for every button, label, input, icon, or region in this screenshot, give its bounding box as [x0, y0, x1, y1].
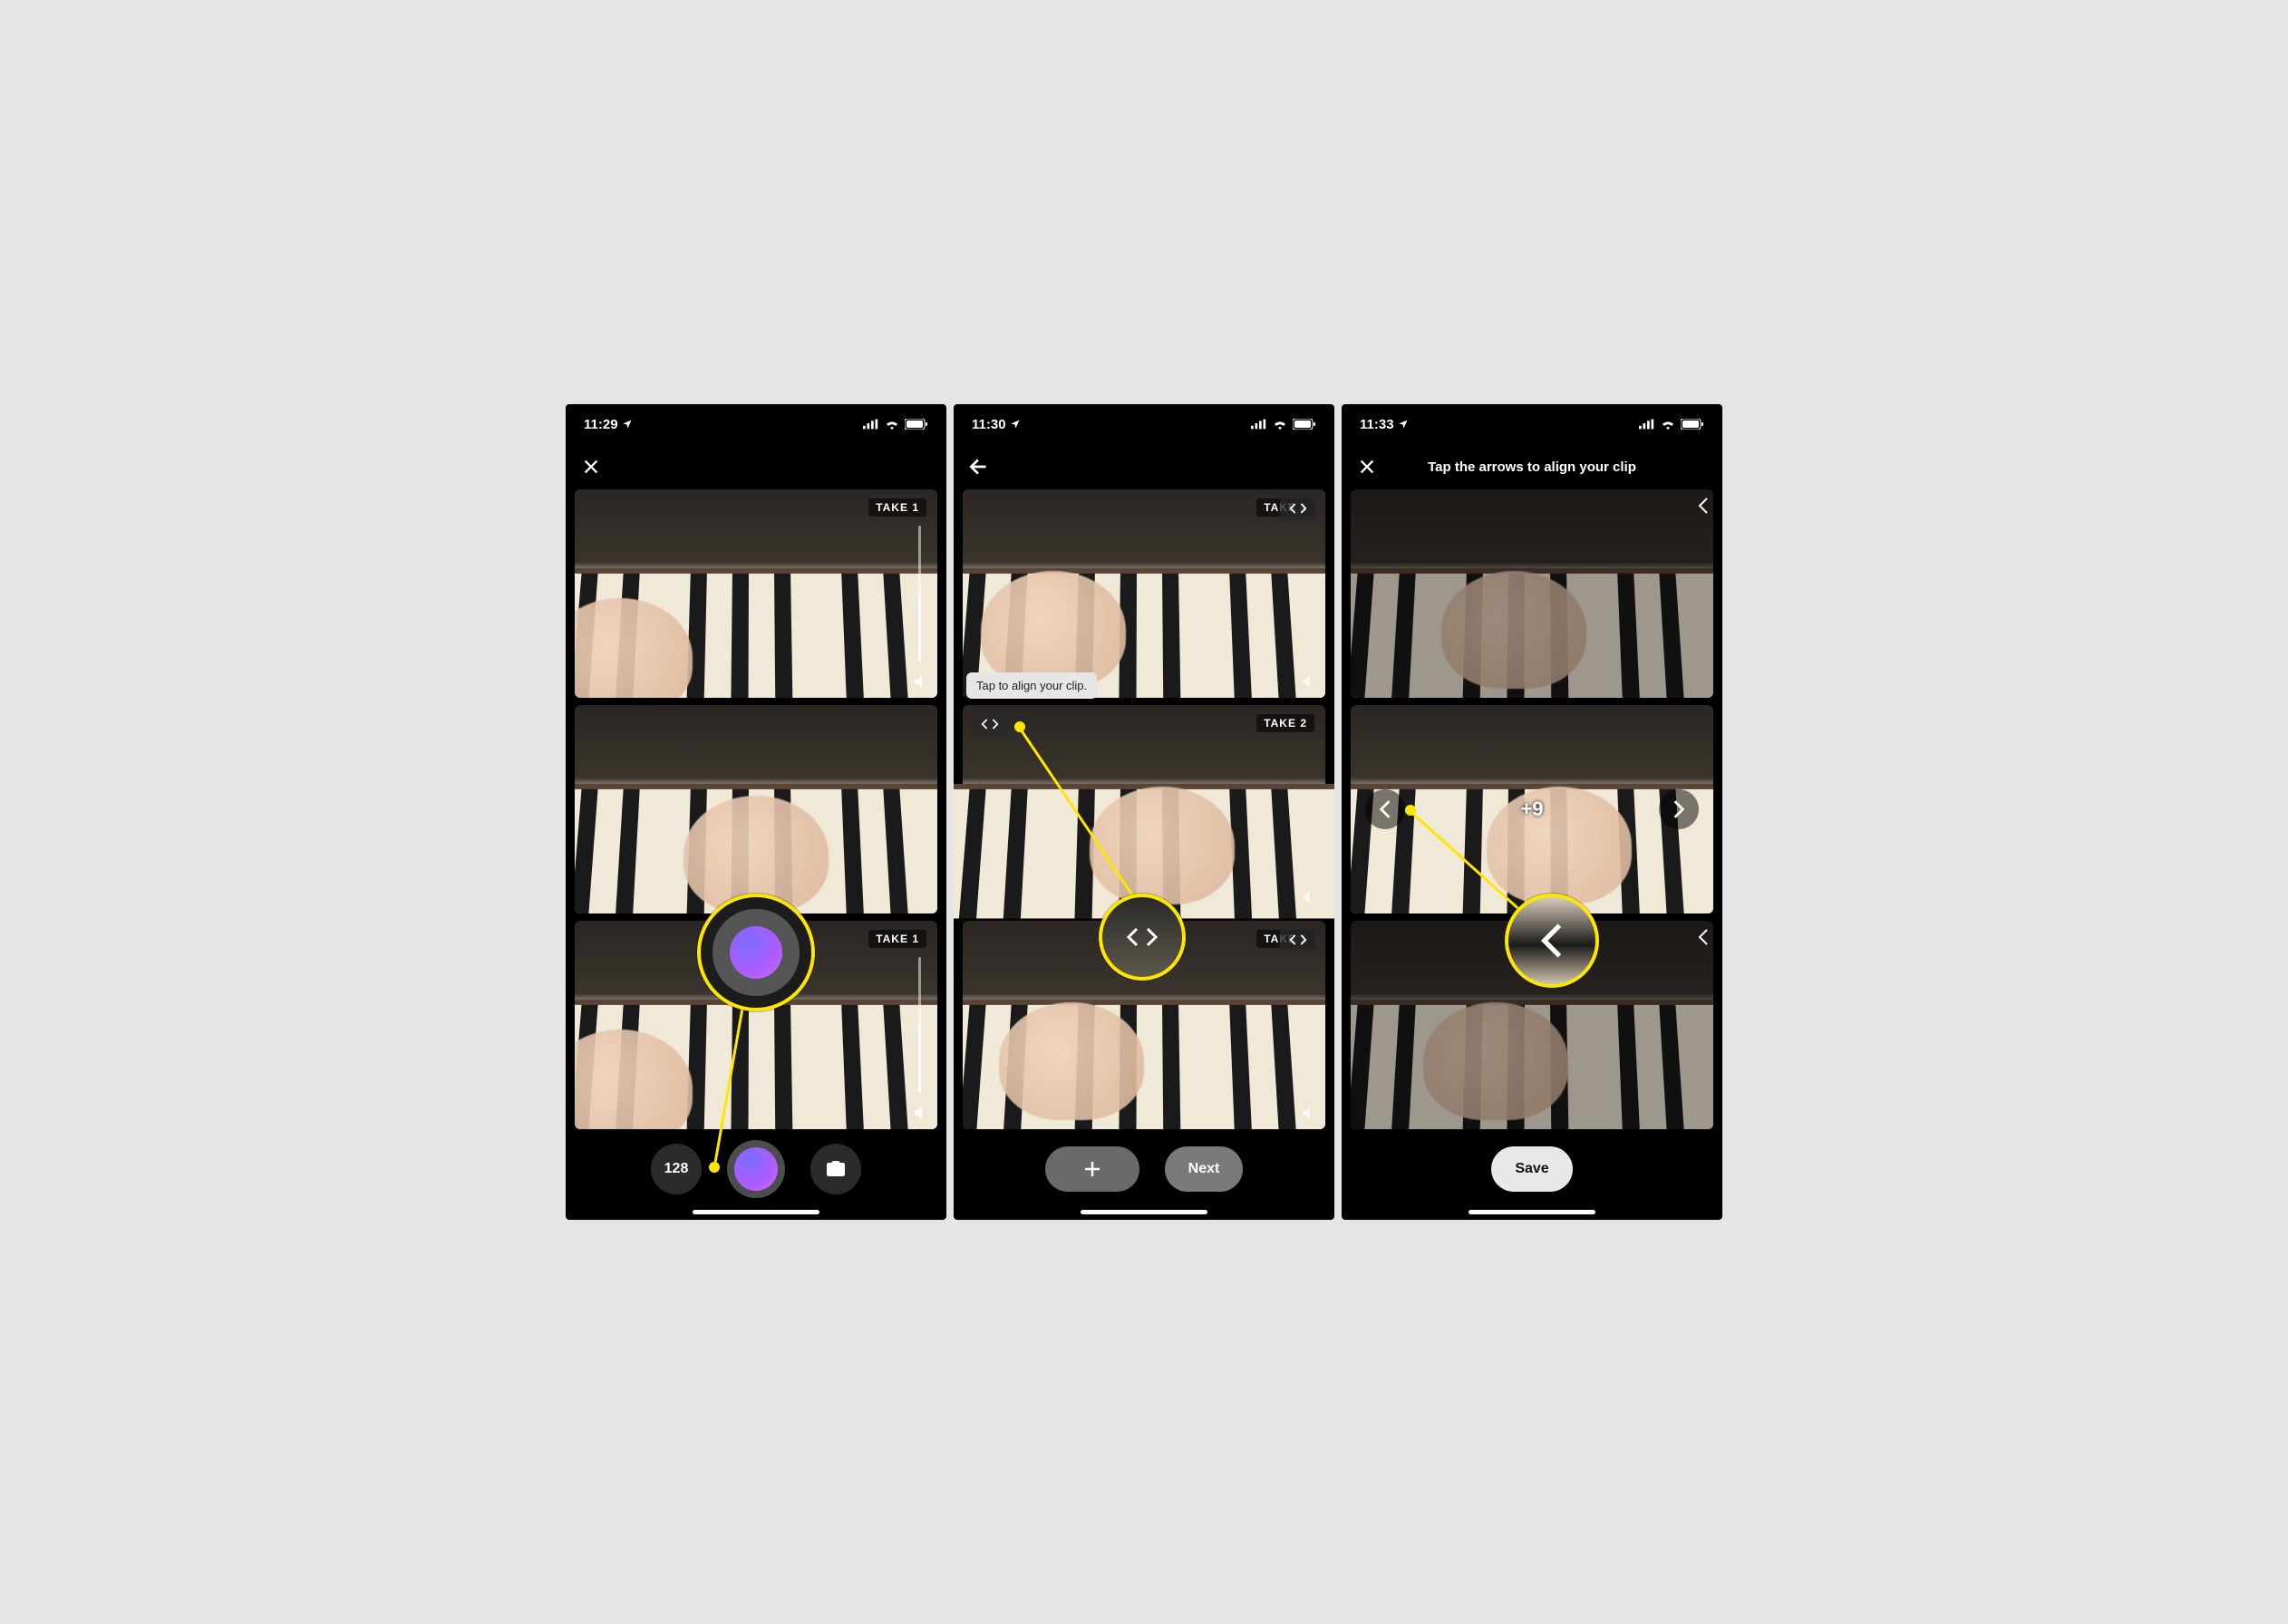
- switch-camera-button[interactable]: [810, 1144, 861, 1194]
- volume-icon[interactable]: [1300, 1104, 1318, 1122]
- callout-nudge-left: [1505, 894, 1599, 988]
- volume-icon[interactable]: [1300, 888, 1318, 906]
- status-time: 11:30: [972, 417, 1006, 432]
- chevron-right-icon: [1672, 799, 1685, 819]
- plus-icon: [1081, 1158, 1103, 1180]
- bottom-bar: Save: [1342, 1136, 1722, 1202]
- volume-icon[interactable]: [912, 672, 930, 691]
- header: [954, 444, 1334, 489]
- volume-icon[interactable]: [912, 1104, 930, 1122]
- callout-anchor-dot: [1014, 721, 1025, 732]
- clips-stack: TAKE 1 TAKE 1: [575, 489, 937, 1129]
- clip-2-live[interactable]: [575, 705, 937, 914]
- status-bar: 11:30: [954, 404, 1334, 444]
- wifi-icon: [1661, 419, 1675, 430]
- nudge-left-button[interactable]: [1365, 789, 1405, 829]
- chevron-left-icon: [1697, 928, 1710, 946]
- next-button[interactable]: Next: [1165, 1146, 1244, 1192]
- clips-stack: TAKE 1 TAKE 2 Tap to align your clip.: [963, 489, 1325, 1129]
- piano-keys: [1351, 568, 1713, 698]
- callout-align: [1099, 894, 1186, 981]
- wifi-icon: [885, 419, 899, 430]
- close-button[interactable]: [578, 454, 604, 479]
- volume-icon[interactable]: [1300, 672, 1318, 691]
- align-arrows-icon: [1289, 933, 1307, 946]
- callout-anchor-dot: [1405, 805, 1416, 816]
- battery-icon: [1681, 419, 1704, 430]
- close-icon: [581, 457, 601, 477]
- nudge-right-button[interactable]: [1659, 789, 1699, 829]
- bottom-bar: 128: [566, 1136, 946, 1202]
- close-icon: [1357, 457, 1377, 477]
- align-arrows-icon: [981, 718, 999, 730]
- battery-icon: [905, 419, 928, 430]
- home-indicator[interactable]: [1469, 1210, 1595, 1214]
- next-label: Next: [1188, 1161, 1220, 1177]
- signal-icon: [1251, 419, 1267, 430]
- home-indicator[interactable]: [693, 1210, 819, 1214]
- add-clip-button[interactable]: [1045, 1146, 1139, 1192]
- take-badge: TAKE 1: [868, 930, 926, 948]
- header: Tap the arrows to align your clip: [1342, 444, 1722, 489]
- header-title: Tap the arrows to align your clip: [1428, 459, 1636, 475]
- callout-anchor-dot: [709, 1162, 720, 1173]
- location-arrow-icon: [622, 419, 633, 430]
- align-handle-right-partial[interactable]: [1697, 928, 1710, 946]
- location-arrow-icon: [1398, 419, 1409, 430]
- align-tooltip: Tap to align your clip.: [966, 672, 1097, 699]
- piano-keys: [1351, 1000, 1713, 1129]
- home-indicator[interactable]: [1081, 1210, 1207, 1214]
- header: [566, 444, 946, 489]
- record-button[interactable]: [727, 1140, 785, 1198]
- location-arrow-icon: [1010, 419, 1021, 430]
- callout-record: [697, 894, 815, 1011]
- take-badge: TAKE 1: [868, 498, 926, 517]
- status-bar: 11:29: [566, 404, 946, 444]
- wifi-icon: [1273, 419, 1287, 430]
- chevron-left-icon: [1379, 799, 1391, 819]
- signal-icon: [863, 419, 879, 430]
- save-button[interactable]: Save: [1491, 1146, 1572, 1192]
- back-button[interactable]: [966, 454, 992, 479]
- clip-1[interactable]: TAKE 1: [575, 489, 937, 698]
- volume-slider[interactable]: [918, 957, 921, 1093]
- screen-align-tooltip: 11:30 TAKE 1: [954, 404, 1334, 1220]
- hand-illustration: [1090, 787, 1235, 904]
- take-badge: TAKE 2: [1256, 714, 1314, 732]
- close-button[interactable]: [1354, 454, 1380, 479]
- screen-nudge: 11:33 Tap the arrows to align your clip: [1342, 404, 1722, 1220]
- align-handle-left[interactable]: [972, 712, 1008, 736]
- hand-illustration: [1487, 787, 1632, 904]
- hand-illustration: [999, 1002, 1144, 1120]
- bpm-button[interactable]: 128: [651, 1144, 702, 1194]
- chevron-left-icon: [1697, 497, 1710, 515]
- clip-2[interactable]: TAKE 2 Tap to align your clip.: [963, 705, 1325, 914]
- status-bar: 11:33: [1342, 404, 1722, 444]
- status-time: 11:29: [584, 417, 618, 432]
- save-label: Save: [1515, 1161, 1548, 1177]
- screen-record: 11:29 TAKE 1: [566, 404, 946, 1220]
- hand-illustration: [981, 571, 1126, 689]
- callout-record-inner: [713, 909, 799, 995]
- align-handle-right[interactable]: [1280, 497, 1316, 520]
- signal-icon: [1639, 419, 1655, 430]
- status-time: 11:33: [1360, 417, 1394, 432]
- switch-camera-icon: [825, 1158, 847, 1180]
- align-arrows-icon: [1289, 502, 1307, 515]
- hand-illustration: [1441, 571, 1586, 689]
- clip-1[interactable]: TAKE 1: [963, 489, 1325, 698]
- back-arrow-icon: [967, 455, 991, 478]
- chevron-left-icon: [1538, 922, 1566, 960]
- hand-illustration: [1423, 1002, 1568, 1120]
- clip-1[interactable]: [1351, 489, 1713, 698]
- align-arrows-icon: [1126, 926, 1159, 948]
- align-handle-right-partial[interactable]: [1697, 497, 1710, 515]
- bottom-bar: Next: [954, 1136, 1334, 1202]
- bpm-label: 128: [664, 1161, 689, 1177]
- record-button-inner: [734, 1147, 778, 1191]
- volume-slider[interactable]: [918, 526, 921, 662]
- battery-icon: [1293, 419, 1316, 430]
- offset-label: +9: [1520, 798, 1543, 821]
- align-handle-right[interactable]: [1280, 928, 1316, 952]
